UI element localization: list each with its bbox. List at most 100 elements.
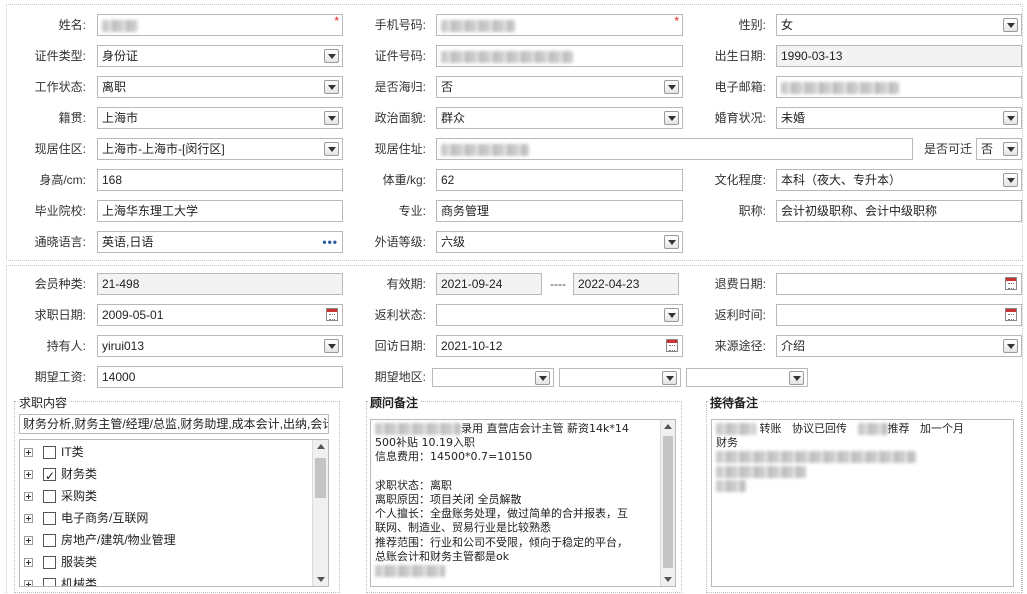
lang-level-select[interactable]: 六级 bbox=[436, 231, 683, 253]
checkbox[interactable] bbox=[43, 446, 56, 460]
tree-item-label: 机械类 bbox=[61, 577, 98, 587]
expand-icon[interactable] bbox=[24, 558, 33, 568]
more-options-icon[interactable]: ••• bbox=[322, 232, 338, 252]
note-text: 推荐 bbox=[887, 422, 910, 435]
marital-select[interactable]: 未婚 bbox=[776, 107, 1022, 129]
chevron-down-icon[interactable] bbox=[1003, 173, 1018, 187]
phone-input[interactable]: * bbox=[436, 14, 683, 36]
school-input[interactable]: 上海华东理工大学 bbox=[97, 200, 343, 222]
source-select[interactable]: 介绍 bbox=[776, 335, 1022, 357]
chevron-down-icon[interactable] bbox=[664, 80, 679, 94]
redacted-text bbox=[375, 423, 461, 435]
gender-select[interactable]: 女 bbox=[776, 14, 1022, 36]
tree-scrollbar[interactable] bbox=[312, 440, 328, 586]
tree-item-finance[interactable]: 财务类 bbox=[24, 464, 97, 486]
expand-icon[interactable] bbox=[24, 448, 33, 458]
chevron-down-icon[interactable] bbox=[1003, 111, 1018, 125]
job-date-input[interactable]: 2009-05-01 bbox=[97, 304, 343, 326]
advisor-notes-textarea[interactable]: 录用 直营店会计主管 薪资14k*14 500补贴 10.19入职 信息费用：1… bbox=[370, 419, 676, 587]
lang-level-label: 外语等级: bbox=[374, 235, 426, 249]
scroll-down-icon[interactable] bbox=[317, 577, 325, 582]
note-line bbox=[375, 564, 655, 578]
expected-area-province-select[interactable] bbox=[432, 368, 554, 387]
checkbox[interactable] bbox=[43, 534, 56, 548]
gender-value: 女 bbox=[781, 18, 794, 32]
expected-salary-input[interactable]: 14000 bbox=[97, 366, 343, 388]
job-content-selected[interactable]: 财务分析,财务主管/经理/总监,财务助理,成本会计,出纳,会计 bbox=[19, 414, 329, 434]
chevron-down-icon[interactable] bbox=[324, 80, 339, 94]
tree-item-realestate[interactable]: 房地产/建筑/物业管理 bbox=[24, 530, 176, 550]
chevron-down-icon[interactable] bbox=[324, 142, 339, 156]
note-line: 个人擅长：全盘账务处理，做过简单的合并报表，互 bbox=[375, 507, 628, 521]
chevron-down-icon[interactable] bbox=[1003, 18, 1018, 32]
education-select[interactable]: 本科（夜大、专升本） bbox=[776, 169, 1022, 191]
work-status-select[interactable]: 离职 bbox=[97, 76, 343, 98]
chevron-down-icon[interactable] bbox=[324, 111, 339, 125]
address-input[interactable] bbox=[436, 138, 913, 160]
tree-item-apparel[interactable]: 服装类 bbox=[24, 552, 97, 572]
chevron-down-icon[interactable] bbox=[664, 235, 679, 249]
expected-area-city-select[interactable] bbox=[559, 368, 681, 387]
tree-item-it[interactable]: IT类 bbox=[24, 442, 84, 462]
scroll-down-icon[interactable] bbox=[664, 577, 672, 582]
height-input[interactable]: 168 bbox=[97, 169, 343, 191]
address-label: 现居住址: bbox=[374, 142, 426, 156]
checkbox[interactable] bbox=[43, 490, 56, 504]
major-input[interactable]: 商务管理 bbox=[436, 200, 683, 222]
redacted-text bbox=[375, 565, 445, 578]
expand-icon[interactable] bbox=[24, 492, 33, 502]
chevron-down-icon[interactable] bbox=[664, 111, 679, 125]
rebate-time-input[interactable] bbox=[776, 304, 1022, 326]
checkbox-checked[interactable] bbox=[43, 466, 56, 486]
chevron-down-icon[interactable] bbox=[664, 308, 679, 322]
scroll-thumb[interactable] bbox=[315, 458, 326, 498]
scroll-up-icon[interactable] bbox=[317, 444, 325, 449]
holder-select[interactable]: yirui013 bbox=[97, 335, 343, 357]
chevron-down-icon[interactable] bbox=[324, 339, 339, 353]
valid-from-value: 2021-09-24 bbox=[441, 277, 503, 291]
holder-value: yirui013 bbox=[102, 339, 145, 353]
weight-input[interactable]: 62 bbox=[436, 169, 683, 191]
phone-label: 手机号码: bbox=[374, 18, 426, 32]
returnee-select[interactable]: 否 bbox=[436, 76, 683, 98]
scroll-thumb[interactable] bbox=[663, 436, 673, 568]
checkbox[interactable] bbox=[43, 512, 56, 526]
political-select[interactable]: 群众 bbox=[436, 107, 683, 129]
chevron-down-icon[interactable] bbox=[1003, 142, 1018, 156]
checkbox[interactable] bbox=[43, 556, 56, 570]
chevron-down-icon[interactable] bbox=[662, 371, 677, 385]
scroll-up-icon[interactable] bbox=[664, 424, 672, 429]
tree-item-machinery[interactable]: 机械类 bbox=[24, 574, 98, 587]
calendar-icon[interactable] bbox=[326, 308, 338, 321]
checkbox[interactable] bbox=[43, 578, 56, 586]
notes-scrollbar[interactable] bbox=[660, 420, 675, 586]
calendar-icon[interactable] bbox=[666, 339, 678, 352]
redacted-address bbox=[441, 143, 529, 156]
expand-icon[interactable] bbox=[24, 470, 33, 480]
id-type-select[interactable]: 身份证 bbox=[97, 45, 343, 67]
expand-icon[interactable] bbox=[24, 536, 33, 546]
chevron-down-icon[interactable] bbox=[324, 49, 339, 63]
expected-area-district-select[interactable] bbox=[686, 368, 808, 387]
rebate-status-select[interactable] bbox=[436, 304, 683, 326]
name-input[interactable]: * bbox=[97, 14, 343, 36]
title-input[interactable]: 会计初级职称、会计中级职称 bbox=[776, 200, 1022, 222]
hometown-select[interactable]: 上海市 bbox=[97, 107, 343, 129]
tree-item-purchasing[interactable]: 采购类 bbox=[24, 486, 97, 506]
email-input[interactable] bbox=[776, 76, 1022, 98]
chevron-down-icon[interactable] bbox=[535, 371, 550, 385]
refund-date-input[interactable] bbox=[776, 273, 1022, 295]
expand-icon[interactable] bbox=[24, 514, 33, 524]
chevron-down-icon[interactable] bbox=[789, 371, 804, 385]
chevron-down-icon[interactable] bbox=[1003, 339, 1018, 353]
id-number-input[interactable] bbox=[436, 45, 683, 67]
languages-input[interactable]: 英语,日语 ••• bbox=[97, 231, 343, 253]
tree-item-ecommerce[interactable]: 电子商务/互联网 bbox=[24, 508, 148, 528]
revisit-date-input[interactable]: 2021-10-12 bbox=[436, 335, 683, 357]
relocatable-select[interactable]: 否 bbox=[976, 138, 1022, 160]
reception-notes-textarea[interactable]: 转账 协议已回传 推荐 加一个月 财务 bbox=[711, 419, 1014, 587]
calendar-icon[interactable] bbox=[1005, 277, 1017, 290]
calendar-icon[interactable] bbox=[1005, 308, 1017, 321]
residence-area-select[interactable]: 上海市-上海市-[闵行区] bbox=[97, 138, 343, 160]
expand-icon[interactable] bbox=[24, 580, 33, 586]
